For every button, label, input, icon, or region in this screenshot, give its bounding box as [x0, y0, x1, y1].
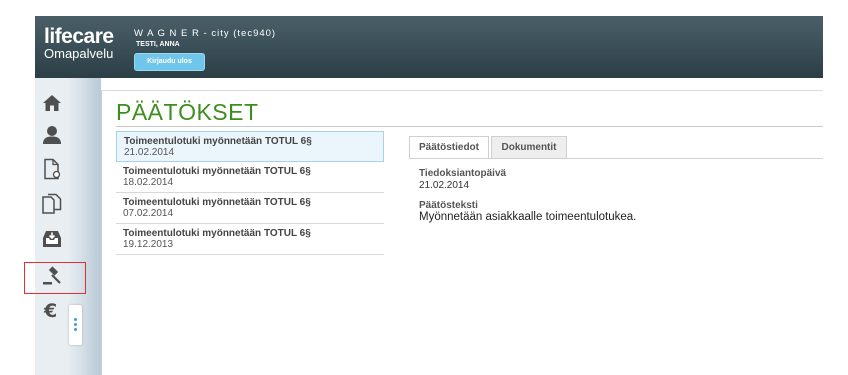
- decision-title: Toimeentulotuki myönnetään TOTUL 6§: [123, 228, 311, 239]
- decision-item[interactable]: Toimeentulotuki myönnetään TOTUL 6§ 18.0…: [116, 162, 384, 193]
- decision-text-label: Päätösteksti: [419, 200, 478, 211]
- decision-text-value: Myönnetään asiakkaalle toimeentulotukea.: [419, 211, 637, 223]
- tab-decision-details[interactable]: Päätöstiedot: [409, 136, 489, 159]
- notification-date-value: 21.02.2014: [419, 180, 470, 191]
- notification-date-label: Tiedoksiantopäivä: [419, 168, 507, 179]
- decision-date: 07.02.2014: [123, 208, 174, 219]
- main-border-top: [101, 90, 823, 91]
- decision-date: 21.02.2014: [124, 147, 175, 158]
- sidebar-collapse-handle[interactable]: [69, 305, 82, 345]
- inbox-icon[interactable]: [41, 228, 63, 250]
- logout-button[interactable]: Kirjaudu ulos: [134, 53, 205, 71]
- decision-date: 19.12.2013: [123, 239, 174, 250]
- decision-title: Toimeentulotuki myönnetään TOTUL 6§: [123, 166, 311, 177]
- decision-title: Toimeentulotuki myönnetään TOTUL 6§: [124, 136, 312, 147]
- sidebar: [35, 78, 101, 375]
- logo-subtitle: Omapalvelu: [44, 46, 114, 61]
- svg-text:€: €: [43, 300, 57, 320]
- tab-divider: [409, 158, 823, 159]
- tab-documents[interactable]: Dokumentit: [491, 136, 567, 158]
- document-add-icon[interactable]: [41, 158, 63, 180]
- documents-icon[interactable]: [41, 193, 63, 215]
- user-name: TESTI, ANNA: [136, 41, 180, 48]
- title-divider: [116, 126, 823, 127]
- page-title: PÄÄTÖKSET: [116, 99, 259, 125]
- decision-item[interactable]: Toimeentulotuki myönnetään TOTUL 6§ 07.0…: [116, 193, 384, 224]
- person-icon[interactable]: [41, 124, 63, 146]
- euro-icon[interactable]: €: [41, 299, 63, 321]
- main-border-left: [101, 90, 102, 375]
- decision-item[interactable]: Toimeentulotuki myönnetään TOTUL 6§ 19.1…: [116, 224, 384, 255]
- decision-date: 18.02.2014: [123, 177, 174, 188]
- decision-title: Toimeentulotuki myönnetään TOTUL 6§: [123, 197, 311, 208]
- home-icon[interactable]: [41, 92, 63, 114]
- decision-list: Toimeentulotuki myönnetään TOTUL 6§ 21.0…: [116, 131, 384, 255]
- logo: lifecare: [44, 25, 114, 48]
- decision-item[interactable]: Toimeentulotuki myönnetään TOTUL 6§ 21.0…: [116, 131, 384, 162]
- selected-nav-highlight: [24, 262, 86, 294]
- organization-title: W A G N E R - city (tec940): [134, 28, 277, 39]
- app-header: lifecare Omapalvelu W A G N E R - city (…: [35, 16, 823, 78]
